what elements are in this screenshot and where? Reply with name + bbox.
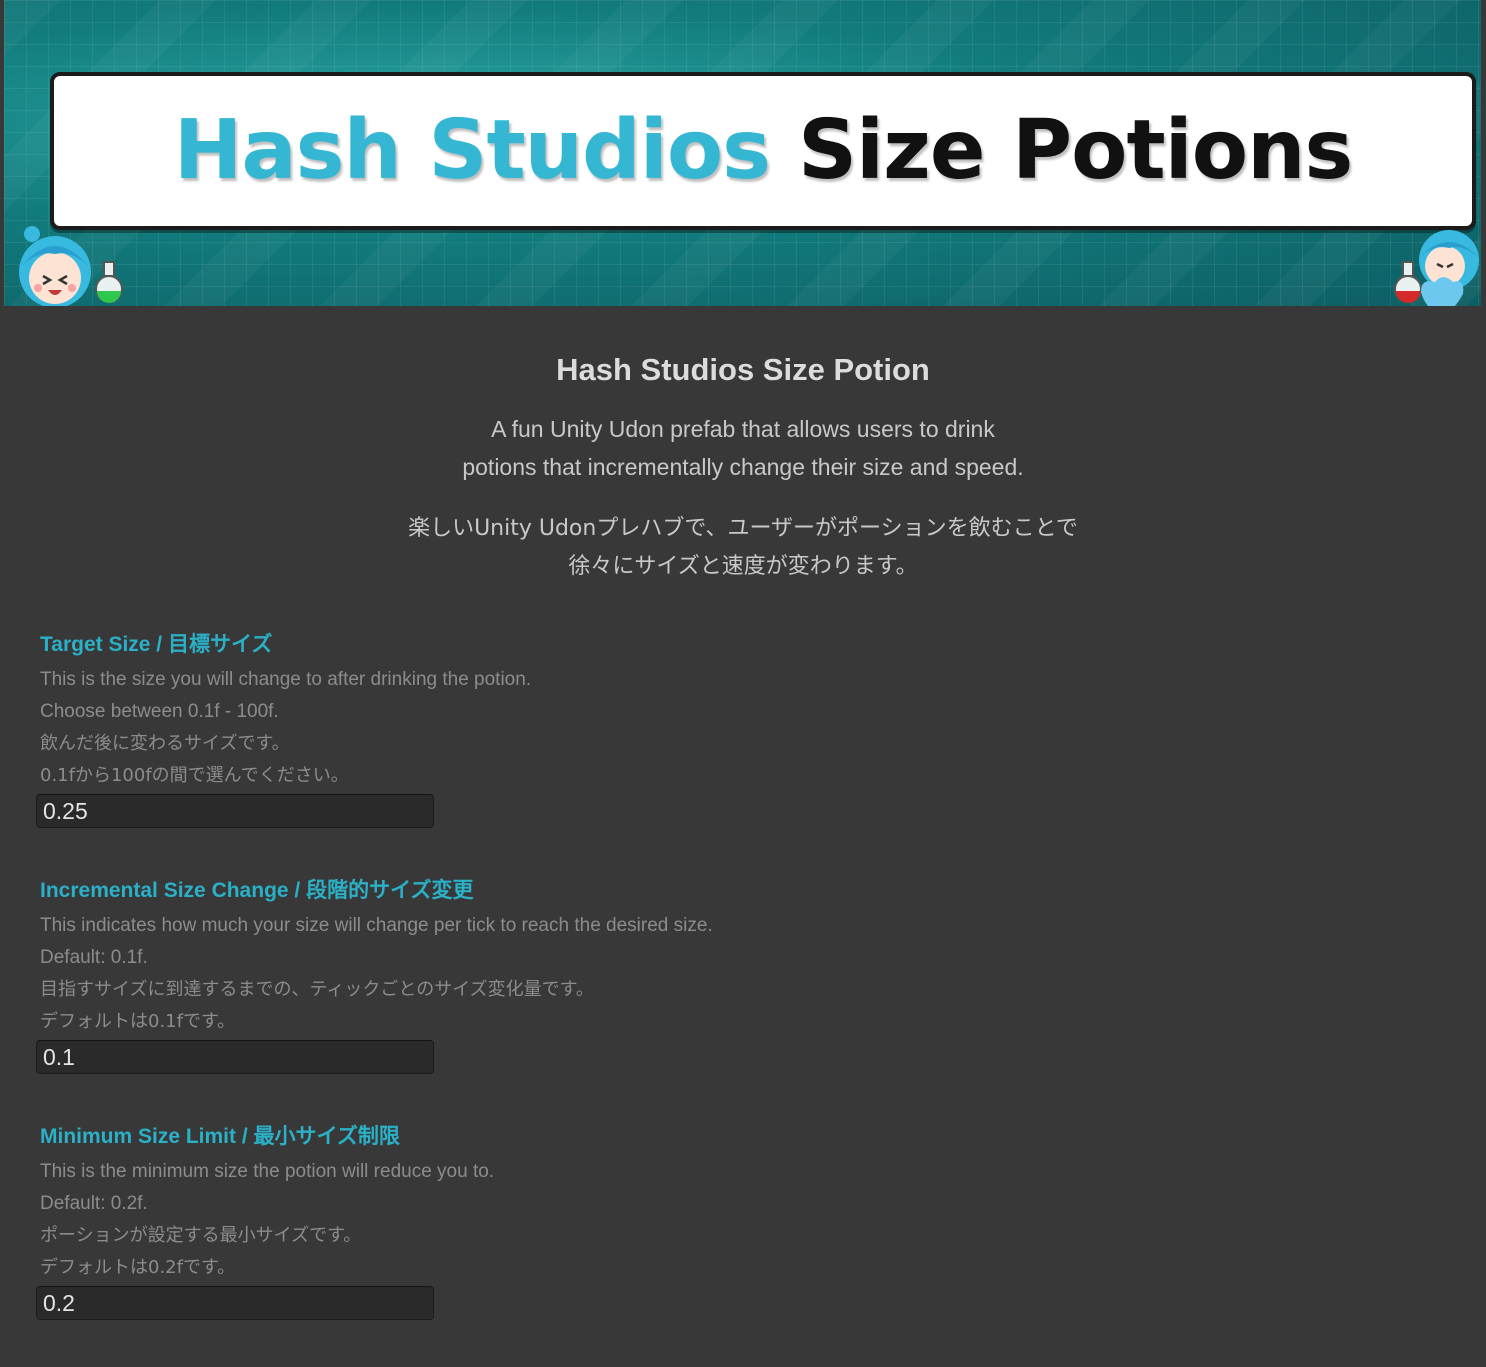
banner-title-plate: Hash Studios Size Potions — [50, 72, 1476, 230]
mascot-left-icon — [19, 226, 91, 306]
help-text: 0.1fから100fの間で選んでください。 — [40, 765, 349, 786]
description-english: A fun Unity Udon prefab that allows user… — [0, 410, 1486, 486]
field-label: Target Size / 目標サイズ — [40, 633, 273, 656]
mascot-right-icon — [1419, 230, 1479, 306]
logo-secondary-text: Size Potions — [797, 103, 1353, 198]
help-text: デフォルトは0.2fです。 — [40, 1257, 236, 1278]
help-text: 飲んだ後に変わるサイズです。 — [40, 733, 290, 754]
description-japanese-line: 楽しいUnity Udonプレハブで、ユーザーがポーションを飲むことで — [408, 516, 1078, 541]
help-text: ポーションが設定する最小サイズです。 — [40, 1225, 362, 1246]
incremental-size-change-input[interactable]: 0.1 — [36, 1040, 434, 1074]
help-text: デフォルトは0.1fです。 — [40, 1011, 236, 1032]
inspector-panel: Hash Studios Size Potions Hash Studios S… — [0, 0, 1486, 1367]
help-text: Default: 0.2f. — [40, 1193, 148, 1214]
green-potion-icon — [95, 261, 123, 303]
help-text: This is the size you will change to afte… — [40, 669, 532, 690]
field-incremental-size-change: Incremental Size Change / 段階的サイズ変更 This … — [36, 876, 1440, 1074]
page-title: Hash Studios Size Potion — [556, 352, 930, 387]
minimum-size-limit-input[interactable]: 0.2 — [36, 1286, 434, 1320]
description-japanese-line: 徐々にサイズと速度が変わります。 — [568, 554, 918, 579]
help-text: This is the minimum size the potion will… — [40, 1161, 495, 1182]
description-english-line: A fun Unity Udon prefab that allows user… — [491, 416, 995, 442]
target-size-input[interactable]: 0.25 — [36, 794, 434, 828]
field-target-size: Target Size / 目標サイズ This is the size you… — [36, 630, 1440, 828]
field-minimum-size-limit: Minimum Size Limit / 最小サイズ制限 This is the… — [36, 1122, 1440, 1320]
description-english-line: potions that incrementally change their … — [462, 454, 1024, 480]
help-text: Choose between 0.1f - 100f. — [40, 701, 279, 722]
field-label: Minimum Size Limit / 最小サイズ制限 — [40, 1125, 400, 1148]
field-label: Incremental Size Change / 段階的サイズ変更 — [40, 879, 474, 902]
description-japanese: 楽しいUnity Udonプレハブで、ユーザーがポーションを飲むことで 徐々にサ… — [0, 510, 1486, 586]
logo-primary-text: Hash Studios — [173, 103, 771, 198]
banner-image: Hash Studios Size Potions — [4, 0, 1481, 306]
help-text: Default: 0.1f. — [40, 947, 148, 968]
help-text: This indicates how much your size will c… — [40, 915, 713, 936]
help-text: 目指すサイズに到達するまでの、ティックごとのサイズ変化量です。 — [40, 979, 594, 1000]
